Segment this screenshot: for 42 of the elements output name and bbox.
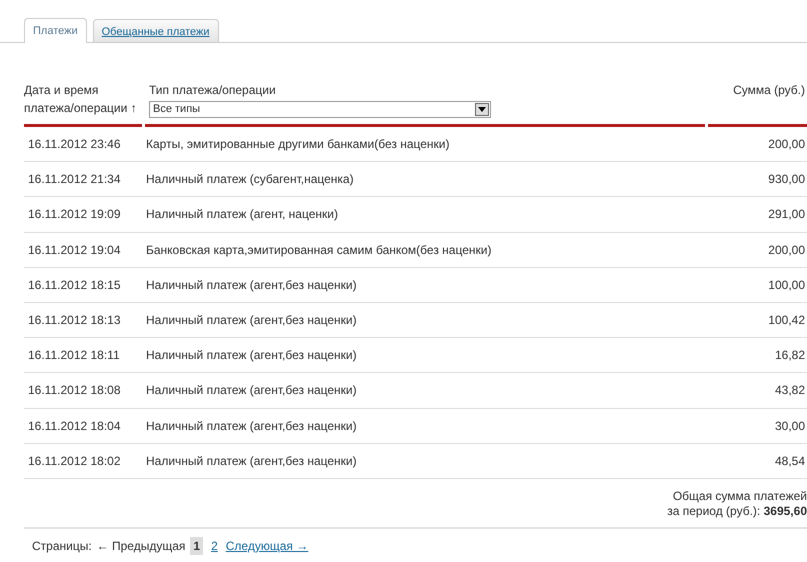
amount-cell: 48,54 bbox=[774, 454, 805, 468]
tab[interactable]: Обещанные платежи bbox=[92, 19, 219, 42]
amount-cell: 930,00 bbox=[768, 172, 805, 186]
date-cell: 16.11.2012 23:46 bbox=[28, 137, 121, 152]
amount-cell: 200,00 bbox=[768, 137, 805, 152]
type-cell: Наличный платеж (агент, наценки) bbox=[146, 207, 338, 222]
pager-label: Страницы: bbox=[32, 538, 92, 555]
amount-cell: 43,82 bbox=[774, 383, 805, 398]
amount-cell: 30,00 bbox=[774, 418, 805, 433]
column-header[interactable]: Дата и время платежа/операции ↑ bbox=[24, 81, 142, 117]
next-page-link[interactable]: Следующая → bbox=[226, 536, 308, 555]
tab[interactable]: Платежи bbox=[24, 18, 87, 43]
previous-page-text: ← Предыдущая bbox=[96, 538, 186, 555]
date-cell: 16.11.2012 18:08 bbox=[28, 383, 121, 398]
amount-cell: 200,00 bbox=[768, 242, 805, 257]
type-cell: Наличный платеж (агент,без наценки) bbox=[146, 454, 357, 468]
page-number[interactable]: 1 bbox=[190, 536, 204, 555]
type-cell: Банковская карта,эмитированная самим банком(без наценки) bbox=[146, 242, 492, 257]
date-cell: 16.11.2012 18:11 bbox=[28, 348, 120, 362]
type-cell: Наличный платеж (агент,без наценки) bbox=[146, 313, 357, 328]
date-cell: 16.11.2012 21:34 bbox=[28, 172, 121, 186]
type-cell: Наличный платеж (агент,без наценки) bbox=[146, 278, 357, 292]
date-cell: 16.11.2012 18:04 bbox=[28, 418, 121, 433]
type-cell: Наличный платеж (агент,без наценки) bbox=[146, 383, 357, 398]
column-header: Тип платежа/операции bbox=[149, 82, 277, 99]
date-cell: 16.11.2012 18:02 bbox=[28, 454, 121, 468]
type-cell: Наличный платеж (субагент,наценка) bbox=[146, 172, 354, 186]
total-sum-text: Общая сумма платежей за период (руб.): 3695,60 bbox=[666, 488, 807, 519]
date-cell: 16.11.2012 19:09 bbox=[28, 207, 121, 222]
amount-cell: 291,00 bbox=[768, 207, 805, 222]
type-cell: Наличный платеж (агент,без наценки) bbox=[146, 348, 357, 362]
page-link[interactable]: 2 bbox=[208, 536, 221, 555]
type-cell: Карты, эмитированные другими банками(без наценки) bbox=[146, 137, 450, 152]
type-cell: Наличный платеж (агент,без наценки) bbox=[146, 418, 357, 433]
date-cell: 16.11.2012 18:15 bbox=[28, 278, 121, 292]
amount-cell: 16,82 bbox=[774, 348, 805, 362]
type-dropdown[interactable]: Все типы bbox=[149, 101, 491, 118]
date-cell: 16.11.2012 19:04 bbox=[28, 242, 121, 257]
amount-cell: 100,42 bbox=[768, 313, 805, 328]
column-header: Сумма (руб.) bbox=[733, 83, 805, 97]
date-cell: 16.11.2012 18:13 bbox=[28, 313, 121, 328]
amount-cell: 100,00 bbox=[768, 278, 805, 292]
